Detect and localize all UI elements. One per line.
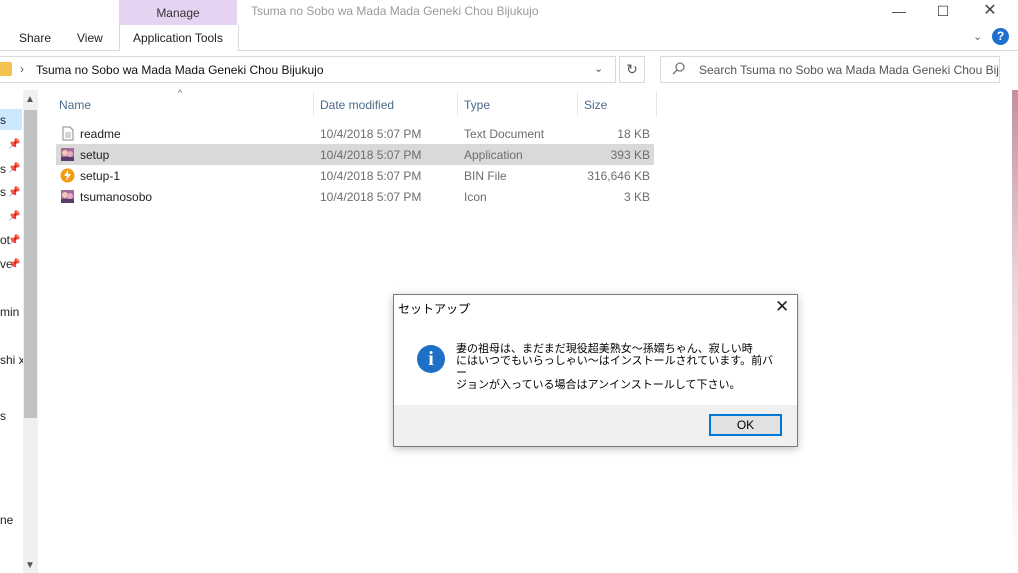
file-size: 18 KB: [617, 127, 650, 141]
refresh-button[interactable]: ↻: [619, 56, 645, 83]
file-date: 10/4/2018 5:07 PM: [320, 190, 422, 204]
file-type: BIN File: [464, 169, 507, 183]
file-date: 10/4/2018 5:07 PM: [320, 169, 422, 183]
setup-dialog: セットアップ ✕ i 妻の祖母は、まだまだ現役超美熟女～孫婿ちゃん、寂しい時 に…: [393, 294, 798, 447]
window-title: Tsuma no Sobo wa Mada Mada Geneki Chou B…: [251, 4, 539, 18]
pin-icon[interactable]: 📌: [8, 211, 20, 222]
dialog-message: 妻の祖母は、まだまだ現役超美熟女～孫婿ちゃん、寂しい時 にはいつでもいらっしゃい…: [456, 343, 774, 391]
nav-item[interactable]: s: [0, 409, 6, 423]
folder-icon: [0, 62, 12, 76]
help-icon[interactable]: ?: [992, 28, 1009, 45]
nav-scrollbar-thumb[interactable]: [24, 110, 37, 418]
scroll-down-arrow-icon[interactable]: ▼: [25, 560, 35, 571]
nav-item[interactable]: s: [0, 162, 6, 176]
file-row-setup-1[interactable]: setup-1 10/4/2018 5:07 PM BIN File 316,6…: [56, 165, 654, 186]
dialog-title: セットアップ: [398, 302, 471, 316]
maximize-button[interactable]: ☐: [920, 0, 966, 22]
manage-contextual-tab[interactable]: Manage: [119, 0, 237, 25]
file-name: tsumanosobo: [80, 190, 153, 204]
close-window-button[interactable]: ✕: [967, 0, 1013, 22]
file-type: Text Document: [464, 127, 545, 141]
column-divider[interactable]: [457, 92, 458, 116]
address-dropdown-icon[interactable]: ⌄: [594, 62, 603, 75]
tab-view[interactable]: View: [77, 31, 103, 45]
sort-ascending-icon: ^: [178, 88, 183, 98]
file-row-tsumanosobo[interactable]: tsumanosobo 10/4/2018 5:07 PM Icon 3 KB: [56, 186, 654, 207]
pin-icon[interactable]: 📌: [8, 235, 20, 246]
application-icon: [61, 148, 74, 161]
ok-button[interactable]: OK: [709, 414, 782, 436]
column-header-size[interactable]: Size: [584, 98, 607, 112]
file-date: 10/4/2018 5:07 PM: [320, 127, 422, 141]
column-divider[interactable]: [313, 92, 314, 116]
file-date: 10/4/2018 5:07 PM: [320, 148, 422, 162]
search-icon: [672, 61, 686, 78]
tab-application-tools[interactable]: Application Tools: [133, 31, 223, 45]
file-name: setup-1: [80, 169, 121, 183]
pin-icon[interactable]: 📌: [8, 187, 20, 198]
file-name: setup: [80, 148, 110, 162]
file-type: Icon: [464, 190, 487, 204]
info-icon: i: [417, 345, 445, 373]
text-document-icon: [62, 126, 74, 141]
ribbon-expand-chevron-icon[interactable]: ⌄: [973, 30, 982, 43]
column-header-name[interactable]: Name: [59, 98, 91, 112]
search-input[interactable]: Search Tsuma no Sobo wa Mada Mada Geneki…: [699, 63, 999, 77]
file-size: 316,646 KB: [587, 169, 650, 183]
pin-icon[interactable]: 📌: [8, 163, 20, 174]
column-divider[interactable]: [656, 92, 657, 116]
file-type: Application: [464, 148, 523, 162]
nav-item[interactable]: s: [0, 113, 6, 127]
minimize-button[interactable]: —: [876, 0, 922, 22]
bin-file-icon: [60, 168, 75, 183]
background-edge: [1012, 90, 1018, 573]
breadcrumb-chevron-icon[interactable]: ›: [20, 62, 24, 76]
file-name: readme: [80, 127, 121, 141]
file-row-setup[interactable]: setup 10/4/2018 5:07 PM Application 393 …: [56, 144, 654, 165]
file-size: 3 KB: [623, 190, 650, 204]
breadcrumb-current-folder[interactable]: Tsuma no Sobo wa Mada Mada Geneki Chou B…: [36, 63, 324, 77]
nav-item[interactable]: ne: [0, 513, 13, 527]
pin-icon[interactable]: 📌: [8, 259, 20, 270]
dialog-close-icon[interactable]: ✕: [775, 297, 789, 317]
nav-item[interactable]: min: [0, 305, 19, 319]
icon-file-icon: [61, 190, 74, 203]
scroll-up-arrow-icon[interactable]: ▲: [25, 94, 35, 105]
file-size: 393 KB: [610, 148, 650, 162]
pin-icon[interactable]: 📌: [8, 139, 20, 150]
nav-item[interactable]: s: [0, 185, 6, 199]
tab-share[interactable]: Share: [19, 31, 51, 45]
nav-item[interactable]: shi x: [0, 353, 25, 367]
column-divider[interactable]: [577, 92, 578, 116]
file-row-readme[interactable]: readme 10/4/2018 5:07 PM Text Document 1…: [56, 123, 654, 144]
column-header-date-modified[interactable]: Date modified: [320, 98, 394, 112]
column-header-type[interactable]: Type: [464, 98, 490, 112]
